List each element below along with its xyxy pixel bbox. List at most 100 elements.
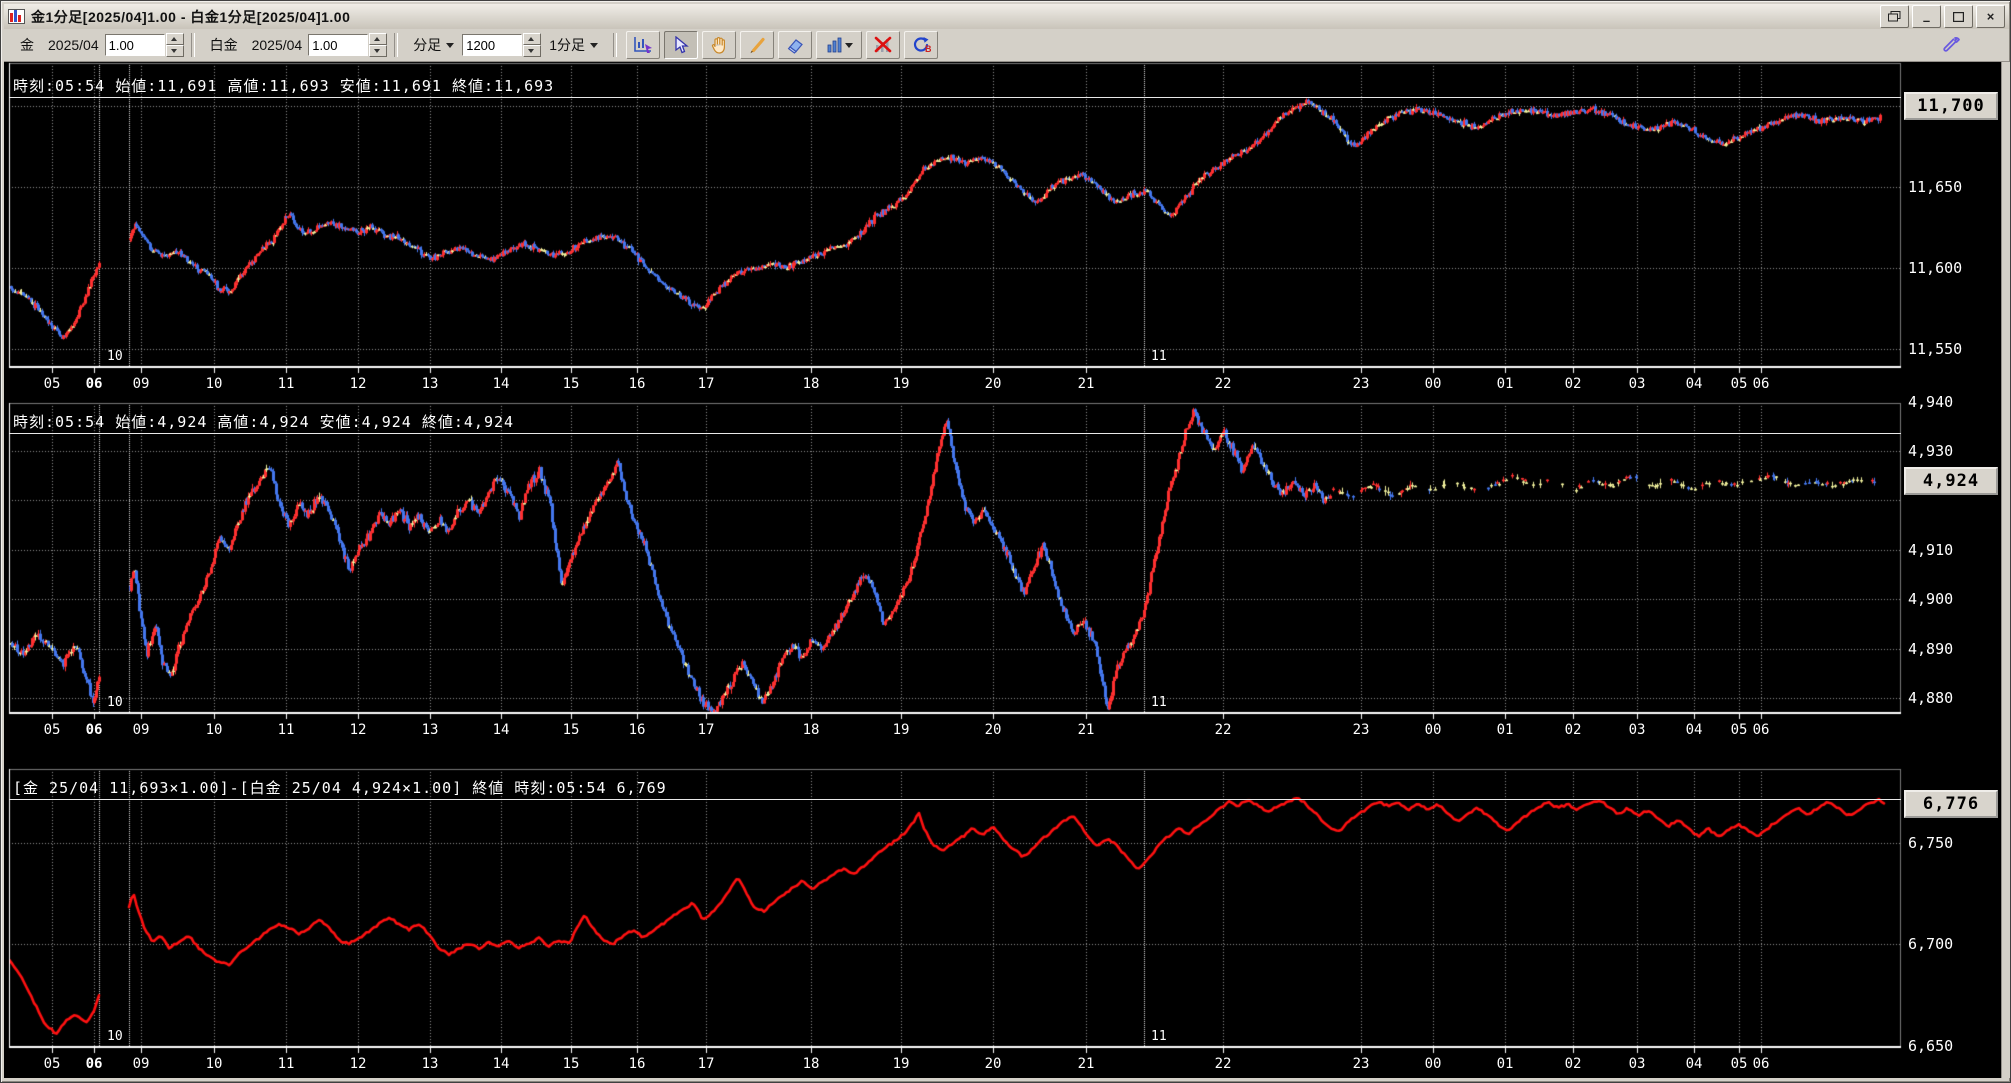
- app-icon: [8, 9, 25, 24]
- price-axis-label: 4,910: [1908, 540, 1954, 559]
- date-label: 10: [107, 1029, 123, 1044]
- time-axis-label: 20: [984, 722, 1002, 738]
- time-axis-label: 18: [802, 376, 820, 392]
- float-window-button[interactable]: [1880, 5, 1909, 28]
- pointer-tool-button[interactable]: [664, 31, 699, 59]
- time-axis-label: 11: [277, 722, 295, 738]
- spin-up-icon[interactable]: [165, 33, 184, 45]
- gold-chart-info: 時刻:05:54 始値:11,691 高値:11,693 安値:11,691 終…: [13, 77, 555, 95]
- time-axis-label: 22: [1214, 1056, 1232, 1072]
- time-axis-label: 20: [984, 1056, 1002, 1072]
- toolbar-separator: [613, 33, 618, 57]
- time-axis-label: 00: [1424, 1056, 1442, 1072]
- time-axis-label: 00: [1424, 376, 1442, 392]
- chevron-down-icon: [590, 42, 599, 48]
- close-button[interactable]: ×: [1976, 5, 2005, 28]
- pan-tool-button[interactable]: [702, 31, 737, 59]
- interval-dropdown[interactable]: 1分足: [545, 33, 602, 57]
- time-axis-label: 19: [892, 1056, 910, 1072]
- time-axis-label: 17: [697, 1056, 715, 1072]
- time-axis-label: 10: [205, 1056, 223, 1072]
- time-axis-label: 12: [349, 722, 367, 738]
- spin-up-icon[interactable]: [523, 33, 542, 45]
- svg-text:B: B: [925, 44, 931, 54]
- time-axis-label: 18: [802, 722, 820, 738]
- time-axis-label: 01: [1496, 1056, 1514, 1072]
- price-axis-label: 4,940: [1908, 392, 1954, 411]
- spin-up-icon[interactable]: [369, 33, 388, 45]
- time-axis-label: 19: [892, 376, 910, 392]
- info-underline: [9, 433, 1901, 434]
- interval-label: 1分足: [549, 37, 586, 53]
- time-axis-label: 09: [132, 722, 150, 738]
- settings-wrench-button[interactable]: [1937, 32, 1967, 58]
- spin-down-icon[interactable]: [369, 45, 388, 57]
- time-axis-label: 15: [562, 376, 580, 392]
- minimize-button[interactable]: –: [1912, 5, 1941, 28]
- time-axis-label: 05: [43, 722, 61, 738]
- time-axis-label: 06: [85, 376, 103, 392]
- chart-client-area[interactable]: [4, 62, 2001, 1078]
- time-axis-label: 16: [628, 722, 646, 738]
- time-axis-label: 03: [1628, 376, 1646, 392]
- time-axis-label: 21: [1077, 376, 1095, 392]
- time-axis-label: 22: [1214, 376, 1232, 392]
- price-axis-label: 4,890: [1908, 639, 1954, 658]
- chart-settings-button[interactable]: [626, 31, 661, 59]
- gold-ratio-input[interactable]: [104, 34, 165, 56]
- time-axis-label: 12: [349, 376, 367, 392]
- time-axis-label: 03: [1628, 722, 1646, 738]
- chart-type-button[interactable]: [816, 31, 863, 59]
- spin-down-icon[interactable]: [523, 45, 542, 57]
- draw-line-tool-button[interactable]: [740, 31, 775, 59]
- time-axis-label: 12: [349, 1056, 367, 1072]
- maximize-button[interactable]: [1944, 5, 1973, 28]
- chart-settings-icon: [634, 37, 653, 53]
- time-axis-label: 13: [421, 1056, 439, 1072]
- eraser-icon: [787, 39, 803, 54]
- time-axis-label: 19: [892, 722, 910, 738]
- reload-icon: B: [913, 37, 931, 54]
- time-axis-label: 09: [132, 1056, 150, 1072]
- time-axis-label: 21: [1077, 722, 1095, 738]
- pencil-icon: [750, 37, 765, 54]
- time-axis-label: 01: [1496, 376, 1514, 392]
- bar-type-dropdown[interactable]: 分足: [409, 33, 458, 57]
- time-axis-label: 14: [492, 722, 510, 738]
- time-axis-label: 00: [1424, 722, 1442, 738]
- reload-button[interactable]: B: [904, 31, 939, 59]
- bar-count-input[interactable]: [462, 34, 523, 56]
- time-axis-label: 14: [492, 376, 510, 392]
- spin-down-icon[interactable]: [165, 45, 184, 57]
- time-axis-label: 04: [1685, 1056, 1703, 1072]
- time-axis-label: 16: [628, 376, 646, 392]
- delete-drawings-button[interactable]: [866, 31, 901, 59]
- chart-window: 金1分足[2025/04]1.00 - 白金1分足[2025/04]1.00 –…: [0, 0, 2011, 1083]
- price-axis-label: 6,650: [1908, 1036, 1954, 1055]
- price-axis-label: 4,930: [1908, 441, 1954, 460]
- time-axis-label: 13: [421, 722, 439, 738]
- time-axis-label: 15: [562, 1056, 580, 1072]
- title-bar[interactable]: 金1分足[2025/04]1.00 - 白金1分足[2025/04]1.00 –…: [4, 4, 2009, 29]
- time-axis-label: 06: [85, 1056, 103, 1072]
- right-frame: [2001, 62, 2010, 1078]
- time-axis-label: 10: [205, 376, 223, 392]
- time-axis-label: 11: [277, 376, 295, 392]
- time-axis-label: 10: [205, 722, 223, 738]
- time-axis-label: 11: [277, 1056, 295, 1072]
- time-axis-label: 04: [1685, 376, 1703, 392]
- date-label: 10: [107, 695, 123, 710]
- time-axis-label: 06: [1752, 1056, 1770, 1072]
- time-axis-label: 13: [421, 376, 439, 392]
- gold-label: 金: [20, 37, 34, 53]
- date-label: 11: [1151, 695, 1167, 710]
- info-underline: [9, 799, 1901, 800]
- time-axis-label: 06: [1752, 376, 1770, 392]
- current-price-box: 11,700: [1904, 91, 1998, 120]
- platinum-ratio-input[interactable]: [308, 34, 369, 56]
- pointer-icon: [675, 36, 689, 54]
- time-axis-label: 02: [1564, 722, 1582, 738]
- price-axis-label: 6,700: [1908, 935, 1954, 954]
- eraser-tool-button[interactable]: [778, 31, 813, 59]
- time-axis-label: 01: [1496, 722, 1514, 738]
